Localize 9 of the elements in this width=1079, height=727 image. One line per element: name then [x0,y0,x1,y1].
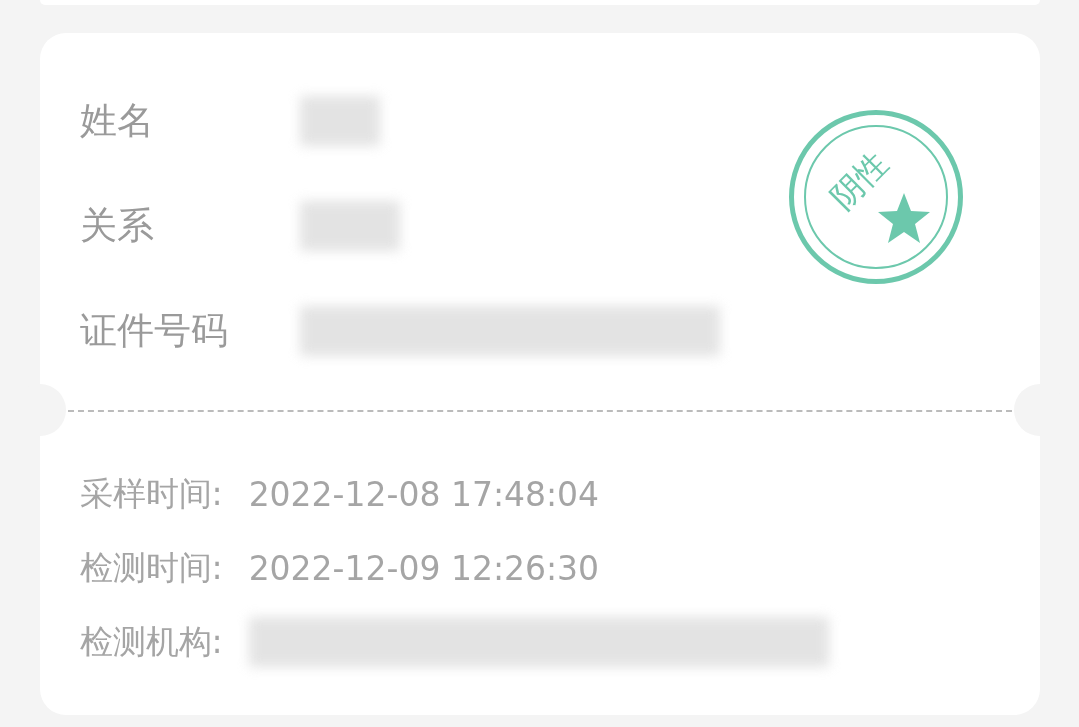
field-label: 证件号码 [79,307,229,354]
detail-label: 检测时间: [79,546,223,589]
detail-label: 检测机构: [79,620,223,663]
detail-label: 采样时间: [79,472,223,515]
stamp-text: 阴性 [821,143,896,219]
detail-value: 2022-12-08 17:48:04 [248,474,600,514]
detail-value: 2022-12-09 12:26:30 [248,548,600,588]
field-label: 关系 [79,202,155,249]
field-label: 姓名 [79,97,155,144]
